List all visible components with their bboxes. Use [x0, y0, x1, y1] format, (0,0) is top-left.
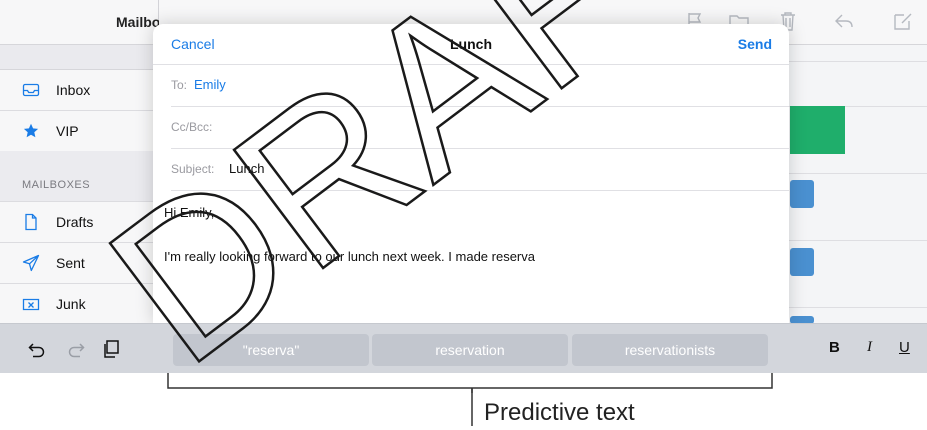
bold-button[interactable]: B	[829, 339, 840, 356]
sidebar-item-junk[interactable]: Junk	[0, 284, 158, 325]
sidebar-item-label: VIP	[56, 123, 79, 139]
sidebar-item-label: Sent	[56, 255, 85, 271]
body-line-text[interactable]: I'm really looking forward to our lunch …	[164, 249, 535, 264]
mailboxes-section-header: MAILBOXES	[0, 151, 158, 202]
subject-label: Subject:	[171, 162, 215, 176]
mailboxes-sidebar: Mailboxes Inbox VIP MAILBOXES Drafts Sen…	[0, 0, 184, 325]
prediction-reservation[interactable]: reservation	[372, 334, 568, 366]
callout-label: Predictive text	[484, 399, 635, 426]
sidebar-item-label: Inbox	[56, 82, 91, 98]
sidebar-item-inbox[interactable]: Inbox	[0, 70, 158, 111]
swipe-action-highlight	[790, 106, 845, 154]
compose-header: Cancel Lunch Send	[153, 24, 789, 65]
subject-field[interactable]: Subject: Lunch	[171, 149, 789, 191]
prediction-quoted[interactable]: "reserva"	[173, 334, 369, 366]
junk-icon	[22, 298, 40, 311]
document-icon	[25, 213, 37, 231]
to-recipient[interactable]: Emily	[194, 77, 226, 92]
sidebar-item-drafts[interactable]: Drafts	[0, 202, 158, 243]
subject-value[interactable]: Lunch	[229, 161, 264, 176]
italic-button[interactable]: I	[867, 339, 872, 356]
unread-marker	[790, 248, 814, 276]
to-field[interactable]: To: Emily	[171, 65, 789, 107]
compose-sheet: Cancel Lunch Send To: Emily Cc/Bcc: Subj…	[153, 24, 789, 323]
sidebar-item-label: Drafts	[56, 214, 94, 230]
undo-icon[interactable]	[27, 339, 47, 359]
body-line-greeting[interactable]: Hi Emily,	[164, 205, 214, 220]
sidebar-item-label: Junk	[56, 296, 86, 312]
paper-plane-icon	[22, 254, 40, 272]
unread-marker	[790, 180, 814, 208]
compose-title: Lunch	[450, 36, 492, 52]
ccbcc-field[interactable]: Cc/Bcc:	[171, 107, 789, 149]
callout-leader-line	[471, 388, 473, 426]
prediction-reservationists[interactable]: reservationists	[572, 334, 768, 366]
ccbcc-label: Cc/Bcc:	[171, 120, 213, 134]
reply-icon[interactable]	[833, 10, 855, 32]
paste-icon[interactable]	[101, 339, 121, 359]
sidebar-item-sent[interactable]: Sent	[0, 243, 158, 284]
keyboard-shortcut-bar: "reserva" reservation reservationists B …	[0, 323, 927, 373]
sidebar-spacer	[0, 45, 158, 70]
sidebar-header: Mailboxes	[0, 0, 184, 45]
underline-button[interactable]: U	[899, 339, 910, 356]
send-button[interactable]: Send	[738, 36, 772, 52]
sidebar-item-vip[interactable]: VIP	[0, 111, 158, 152]
star-icon	[23, 123, 39, 138]
to-label: To:	[171, 78, 188, 92]
inbox-icon	[22, 83, 40, 97]
mail-app: Mailboxes Inbox VIP MAILBOXES Drafts Sen…	[0, 0, 927, 373]
compose-icon[interactable]	[892, 10, 914, 32]
section-label: MAILBOXES	[22, 179, 91, 191]
redo-icon[interactable]	[66, 339, 86, 359]
